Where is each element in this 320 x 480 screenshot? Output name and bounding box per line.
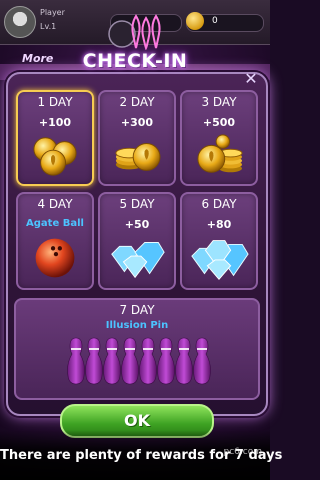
reward-card-day-2[interactable]: 2 DAY +300 [98,90,176,186]
watermark: pc6.com [223,447,262,457]
day-label: 4 DAY [37,197,73,211]
reward-card-day-1[interactable]: 1 DAY +100 [16,90,94,186]
reward-card-day-5[interactable]: 5 DAY +50 [98,192,176,290]
diamonds-icon [100,234,174,282]
day-label: 6 DAY [201,197,237,211]
avatar[interactable] [4,6,36,38]
day-label: 5 DAY [119,197,155,211]
dialog-title: CHECK-IN [82,50,188,72]
reward-amount: +300 [120,116,154,129]
gold-coins-icon [100,132,174,180]
reward-card-day-3[interactable]: 3 DAY +500 [180,90,258,186]
illusion-pins-icon [16,334,258,394]
day-label: 2 DAY [119,95,155,109]
bowling-pins-logo-icon [108,14,161,50]
diamonds-icon [182,234,256,282]
gold-coins-icon [182,132,256,180]
reward-card-day-4[interactable]: 4 DAY Agate Ball [16,192,94,290]
reward-amount: +80 [206,218,232,231]
agate-ball-icon [18,234,92,282]
coin-balance: 0 [212,16,218,26]
reward-amount: +500 [202,116,236,129]
player-level: Lv.1 [40,22,57,31]
reward-card-day-7[interactable]: 7 DAY Illusion Pin [14,298,260,400]
reward-amount: +50 [124,218,150,231]
player-name: Player [40,8,65,17]
reward-name: Illusion Pin [105,320,169,331]
day-label: 3 DAY [201,95,237,109]
gold-coins-icon [18,132,92,180]
reward-amount: +100 [38,116,72,129]
reward-name: Agate Ball [26,218,84,229]
reward-card-day-6[interactable]: 6 DAY +80 [180,192,258,290]
day-label: 1 DAY [37,95,73,109]
close-icon[interactable]: ✕ [242,70,260,88]
day-label: 7 DAY [119,303,155,317]
